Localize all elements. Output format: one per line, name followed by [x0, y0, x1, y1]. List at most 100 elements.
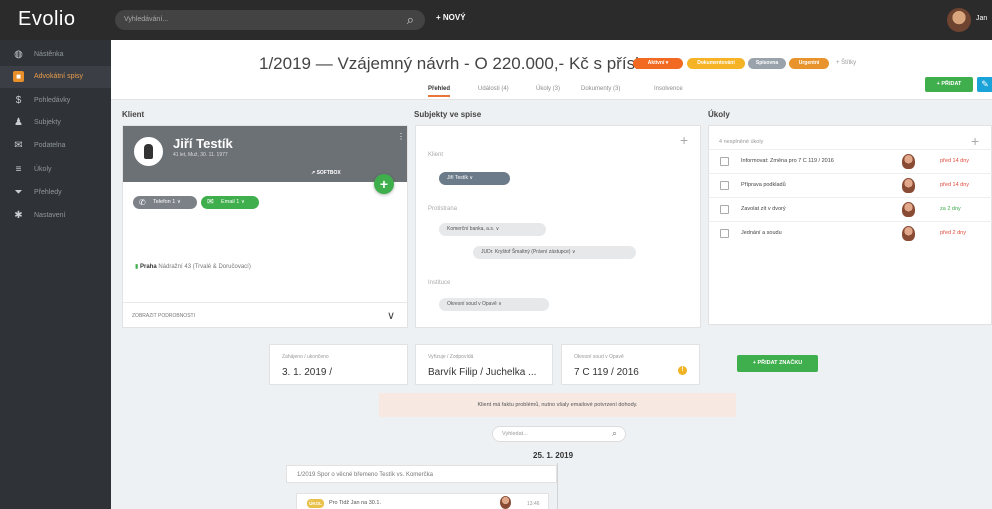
- sidebar: ◍ Nástěnka ■ Advokátní spisy $ Pohledávky ♟…: [0, 40, 111, 509]
- new-button[interactable]: + NOVÝ: [436, 13, 466, 22]
- task-title[interactable]: Jednání a soudu: [741, 230, 782, 236]
- building-icon: ▮: [135, 264, 139, 270]
- client-details: 41 let, Muž, 30. 11. 1977: [173, 152, 228, 158]
- sidebar-item-pohledavky[interactable]: $ Pohledávky: [0, 90, 111, 112]
- zastupce-subject-pill[interactable]: JUDr. Kryštof Šmaltný (Právní zástupce) …: [473, 246, 636, 259]
- item-time: 13:46: [527, 501, 540, 507]
- more-vertical-icon[interactable]: ⋮: [397, 132, 405, 141]
- sidebar-item-label: Podatelna: [34, 142, 66, 149]
- assignee-avatar: [902, 202, 915, 217]
- sidebar-item-prehledy[interactable]: ⏷ Přehledy: [0, 182, 111, 204]
- person-icon: ♟: [14, 117, 23, 128]
- task-title[interactable]: Zavolat zít v dvorý: [741, 206, 786, 212]
- timeline-date: 25. 1. 2019: [533, 451, 574, 460]
- sidebar-item-label: Advokátní spisy: [34, 73, 84, 80]
- sidebar-item-advokatni-spisy[interactable]: ■ Advokátní spisy: [0, 66, 111, 88]
- timeline-case-header: 1/2019 Spor o věcné břemeno Testík vs. K…: [286, 465, 557, 483]
- add-subject-icon[interactable]: +: [680, 132, 688, 148]
- task-checkbox[interactable]: [720, 181, 729, 190]
- vyrizuje-label: Vyřizuje / Zodpovídá: [428, 354, 474, 360]
- briefcase-icon: ■: [13, 71, 24, 82]
- tab-ukoly[interactable]: Úkoly (3): [536, 86, 560, 92]
- timeline-item[interactable]: ÚKOL Pro Tidž Jan na 30.1. 13:46: [296, 493, 549, 509]
- item-text[interactable]: Pro Tidž Jan na 30.1.: [329, 500, 381, 506]
- protistrana-subject-pill[interactable]: Komerční banka, a.s. ∨: [439, 223, 546, 236]
- page-title: 1/2019 — Vzájemný návrh - O 220.000,- Kč…: [259, 54, 644, 73]
- app-logo[interactable]: Evolio: [18, 8, 75, 31]
- search-icon[interactable]: ⌕: [612, 428, 617, 439]
- sidebar-item-nastenka[interactable]: ◍ Nástěnka: [0, 44, 111, 66]
- instituce-label: Instituce: [428, 280, 451, 286]
- klient-label: Klient: [428, 152, 444, 158]
- klient-section-title: Klient: [122, 110, 145, 119]
- search-icon[interactable]: ⌕: [407, 12, 414, 28]
- globe-icon: ◍: [14, 49, 23, 60]
- task-title[interactable]: Příprava podkladů: [741, 182, 786, 188]
- task-deadline: za 2 dny: [940, 206, 961, 212]
- sidebar-item-subjekty[interactable]: ♟ Subjekty: [0, 112, 111, 134]
- zahajeno-card: Zahájeno / ukončeno 3. 1. 2019 /: [269, 344, 408, 385]
- top-bar: Evolio Vyhledávání... ⌕ + NOVÝ Jan: [0, 0, 992, 40]
- client-address: ▮ Praha Nádražní 43 (Trvalé & Doručovací…: [135, 263, 251, 270]
- global-search[interactable]: Vyhledávání... ⌕: [115, 10, 425, 30]
- task-checkbox[interactable]: [720, 229, 729, 238]
- search-placeholder: Vyhledávání...: [124, 16, 169, 23]
- sidebar-item-ukoly[interactable]: ≡ Úkoly: [0, 159, 111, 181]
- client-photo: [134, 137, 163, 166]
- email-pill-label: Email 1 ∨: [221, 199, 245, 205]
- subjekty-section-title: Subjekty ve spise: [414, 110, 482, 119]
- add-tag-link[interactable]: + Štítky: [836, 60, 856, 66]
- klient-subject-pill[interactable]: Jiří Testík ∨: [439, 172, 510, 185]
- tab-insolvence[interactable]: Insolvence: [654, 86, 683, 92]
- task-row[interactable]: Jednání a soudu před 2 dny: [709, 221, 992, 245]
- task-row[interactable]: Příprava podkladů před 14 dny: [709, 173, 992, 197]
- timeline-search-input[interactable]: Vyhledat... ⌕: [492, 426, 626, 442]
- tag-badge-urgentni[interactable]: Urgentní: [789, 58, 829, 69]
- tag-badge-dokumentovani[interactable]: Dokumentování: [687, 58, 745, 69]
- sidebar-item-label: Pohledávky: [34, 97, 71, 104]
- ukoly-card: 4 nesplněné úkoly + Informovat: Změna pr…: [708, 125, 992, 325]
- user-name[interactable]: Jan: [976, 15, 987, 22]
- assignee-avatar: [902, 226, 915, 241]
- status-badge-aktivni[interactable]: Aktivní ▾: [633, 58, 683, 69]
- add-task-icon[interactable]: +: [971, 133, 979, 149]
- phone-pill-label: Telefon 1 ∨: [153, 199, 181, 205]
- sidebar-item-label: Subjekty: [34, 119, 61, 126]
- ukoly-section-title: Úkoly: [708, 110, 730, 119]
- add-button[interactable]: + PŘIDAT: [925, 77, 973, 92]
- details-toggle[interactable]: ZOBRAZIT PODROBNOSTI ∨: [123, 302, 407, 328]
- timeline-line: [557, 463, 558, 509]
- tag-badge-spisovna[interactable]: Spisovna: [748, 58, 786, 69]
- item-avatar: [500, 496, 511, 509]
- dollar-icon: $: [15, 95, 22, 106]
- instituce-subject-pill[interactable]: Okresní soud v Opavě ∨: [439, 298, 549, 311]
- softbox-link[interactable]: ↗ SOFTBOX: [311, 170, 341, 176]
- edit-icon[interactable]: ✎: [977, 77, 992, 92]
- protistrana-label: Protistrana: [428, 206, 458, 212]
- case-header: 1/2019 — Vzájemný návrh - O 220.000,- Kč…: [111, 40, 992, 100]
- client-name[interactable]: Jiří Testík: [173, 136, 233, 151]
- tab-udalosti[interactable]: Události (4): [478, 86, 509, 92]
- add-contact-button[interactable]: +: [374, 174, 394, 194]
- gear-icon: ✱: [14, 210, 23, 221]
- case-note: Klient má faktu problémů, nutno všaly em…: [379, 393, 736, 417]
- address-city: Praha: [139, 264, 157, 270]
- sidebar-item-nastaveni[interactable]: ✱ Nastavení: [0, 205, 111, 227]
- task-row[interactable]: Zavolat zít v dvorý za 2 dny: [709, 197, 992, 221]
- assignee-avatar: [902, 154, 915, 169]
- add-znacka-button[interactable]: + PŘIDAT ZNAČKU: [737, 355, 818, 372]
- tab-prehled[interactable]: Přehled: [428, 86, 451, 97]
- task-deadline: před 14 dny: [940, 158, 970, 164]
- task-checkbox[interactable]: [720, 205, 729, 214]
- sidebar-item-podatelna[interactable]: ✉ Podatelna: [0, 135, 111, 157]
- warning-icon[interactable]: !: [678, 366, 687, 375]
- address-detail: Nádražní 43 (Trvalé & Doručovací): [158, 264, 251, 270]
- task-row[interactable]: Informovat: Změna pro 7 C 119 / 2016 pře…: [709, 149, 992, 173]
- mail-icon: ✉: [207, 197, 214, 206]
- user-avatar[interactable]: [947, 8, 971, 32]
- task-title[interactable]: Informovat: Změna pro 7 C 119 / 2016: [741, 158, 834, 164]
- tab-dokumenty[interactable]: Dokumenty (3): [581, 86, 620, 92]
- chevron-down-icon: ∨: [387, 310, 396, 322]
- klient-card: Jiří Testík 41 let, Muž, 30. 11. 1977 ⋮ …: [122, 125, 408, 328]
- task-checkbox[interactable]: [720, 157, 729, 166]
